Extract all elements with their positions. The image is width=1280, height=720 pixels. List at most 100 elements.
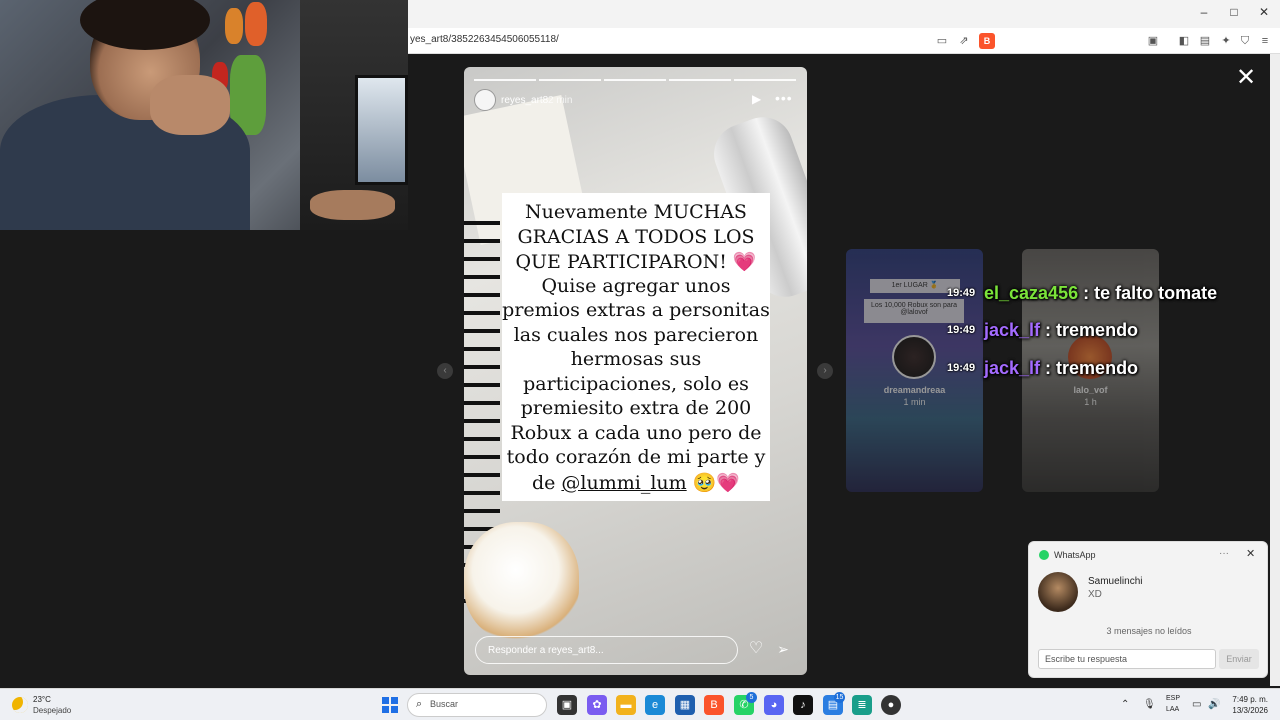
network-icon[interactable]: ▭ <box>1192 699 1201 710</box>
story-text-suffix: 🥹💗 <box>686 472 741 494</box>
preview-username: dreamandreaa <box>883 385 946 395</box>
share-icon[interactable]: ⇗ <box>956 33 972 49</box>
notification-reply-placeholder: Escribe tu respuesta <box>1045 654 1128 664</box>
close-window-button[interactable]: ✕ <box>1254 5 1274 19</box>
notification-send-button[interactable]: Enviar <box>1219 649 1259 669</box>
story-text-line: Nuevamente MUCHAS <box>525 201 747 223</box>
more-options-icon[interactable]: ••• <box>775 90 793 106</box>
microphone-icon[interactable]: 🎙 <box>1143 699 1156 710</box>
taskbar-search-placeholder: Buscar <box>430 699 459 709</box>
minimize-button[interactable]: – <box>1194 5 1214 19</box>
scrollbar[interactable] <box>1270 54 1280 686</box>
chat-username: jack_lf <box>984 358 1041 378</box>
webcam-person-hand <box>310 190 395 220</box>
vpn-icon[interactable]: ⛉ <box>1237 33 1253 49</box>
play-icon[interactable]: ▶ <box>752 93 764 105</box>
notification-options-icon[interactable]: ··· <box>1219 548 1229 559</box>
webcam-figurine <box>225 8 243 44</box>
tabs-icon[interactable]: ▣ <box>1145 33 1161 49</box>
preview-time: 1 min <box>903 397 926 407</box>
story-text-last-line: de @lummi_lum 🥹💗 <box>502 471 770 494</box>
chat-time: 19:49 <box>947 287 976 299</box>
next-story-icon[interactable]: › <box>817 363 833 379</box>
file-explorer-icon[interactable]: ▬ <box>616 695 636 715</box>
store-icon[interactable]: ▦ <box>675 695 695 715</box>
clock-date[interactable]: 13/3/2026 <box>1222 706 1268 715</box>
copilot-icon[interactable]: ✿ <box>587 695 607 715</box>
brave-shield-icon[interactable]: B <box>979 33 995 49</box>
notes-icon[interactable]: ≣ <box>852 695 872 715</box>
weather-temperature[interactable]: 23°C <box>33 695 51 704</box>
screen: – □ ✕ yes_art8/3852263454506055118/ ▭ ⇗ … <box>0 0 1280 720</box>
story-text-line: QUE PARTICIPARON! 💗 <box>515 251 757 273</box>
chat-text: : tremendo <box>1040 320 1139 340</box>
progress-segment <box>604 79 666 81</box>
story-username[interactable]: reyes_art8 <box>501 95 548 106</box>
edge-icon[interactable]: e <box>645 695 665 715</box>
story-reply-placeholder: Responder a reyes_art8... <box>488 645 604 656</box>
story-text-line: Robux a cada uno pero de <box>510 422 762 444</box>
contact-name: Samuelinchi <box>1088 576 1143 587</box>
preview-card-box: Los 10,000 Robux son para @lalovof <box>864 299 964 323</box>
send-icon[interactable]: ➢ <box>774 640 792 658</box>
brave-icon[interactable]: B <box>704 695 724 715</box>
clock-time[interactable]: 7:49 p. m. <box>1228 695 1268 704</box>
whatsapp-icon <box>1039 550 1049 560</box>
prev-story-icon[interactable]: ‹ <box>437 363 453 379</box>
progress-segment <box>474 79 536 81</box>
discord-icon[interactable]: ◕ <box>764 695 784 715</box>
chat-text: : te falto tomate <box>1078 283 1218 303</box>
search-icon: ⌕ <box>416 698 423 710</box>
chat-username: jack_lf <box>984 320 1041 340</box>
url-text[interactable]: yes_art8/3852263454506055118/ <box>410 34 559 45</box>
address-bar[interactable]: yes_art8/3852263454506055118/ ▭ ⇗ B ▣ ◧ … <box>408 28 1280 54</box>
story-text-line: hermosas sus <box>570 348 702 370</box>
moon-weather-icon[interactable] <box>12 697 28 713</box>
webcam-overlay <box>0 0 408 230</box>
language-code[interactable]: ESP <box>1166 695 1180 702</box>
story-text-line: Quise agregar unos <box>541 275 731 297</box>
task-view-icon[interactable]: ▣ <box>557 695 577 715</box>
weather-condition[interactable]: Despejado <box>33 706 71 715</box>
preview-card-line: Los 10,000 Robux son para <box>870 302 957 309</box>
mention-link[interactable]: @lummi_lum <box>561 472 686 494</box>
maximize-button[interactable]: □ <box>1224 5 1244 19</box>
whatsapp-notification[interactable]: WhatsApp ··· ✕ Samuelinchi XD 3 mensajes… <box>1028 541 1268 678</box>
chat-message: jack_lf : tremendo <box>984 358 1138 379</box>
story-avatar[interactable] <box>474 89 496 111</box>
story-text-line: premios extras a personitas <box>502 299 770 321</box>
notification-app-name: WhatsApp <box>1054 550 1096 560</box>
preview-username: lalo_vof <box>1073 385 1108 395</box>
story-text-card: Nuevamente MUCHAS GRACIAS A TODOS LOS QU… <box>502 193 770 501</box>
chat-time: 19:49 <box>947 324 976 336</box>
webcam-figurine <box>245 2 267 46</box>
whatsapp-badge: 5 <box>746 692 757 703</box>
volume-icon[interactable]: 🔊 <box>1208 699 1220 710</box>
chat-time: 19:49 <box>947 362 976 374</box>
story-text-line: participaciones, solo es <box>523 373 749 395</box>
leo-ai-icon[interactable]: ✦ <box>1218 33 1234 49</box>
sidebar-icon[interactable]: ◧ <box>1176 33 1192 49</box>
close-story-icon[interactable]: ✕ <box>1234 66 1258 90</box>
browser-titlebar: – □ ✕ <box>408 0 1280 28</box>
obs-icon[interactable]: ● <box>881 695 901 715</box>
unread-count[interactable]: 3 mensajes no leídos <box>1029 626 1269 636</box>
install-icon[interactable]: ▭ <box>934 33 950 49</box>
story-text-line: todo corazón de mi parte y <box>506 446 766 468</box>
menu-icon[interactable]: ≡ <box>1257 33 1273 49</box>
tray-chevron-icon[interactable]: ⌃ <box>1121 699 1129 710</box>
chat-username: el_caza456 <box>984 283 1079 303</box>
wallet-icon[interactable]: ▤ <box>1197 33 1213 49</box>
tiktok-icon[interactable]: ♪ <box>793 695 813 715</box>
preview-card-line: @lalovof <box>900 309 928 316</box>
taskbar-search[interactable] <box>407 693 547 717</box>
keyboard-layout[interactable]: LAA <box>1166 706 1179 713</box>
windows-start-icon[interactable] <box>382 697 398 713</box>
story-text-line: GRACIAS A TODOS LOS <box>517 226 755 248</box>
story-text-line: premiesito extra de 200 <box>520 397 752 419</box>
heart-icon[interactable]: ♡ <box>747 640 765 658</box>
app-badge: 15 <box>834 692 845 703</box>
story-card[interactable]: reyes_art8 2 min ▶ ••• Nuevamente MUCHAS… <box>464 67 807 675</box>
progress-segment <box>539 79 601 81</box>
notification-close-icon[interactable]: ✕ <box>1246 547 1255 560</box>
